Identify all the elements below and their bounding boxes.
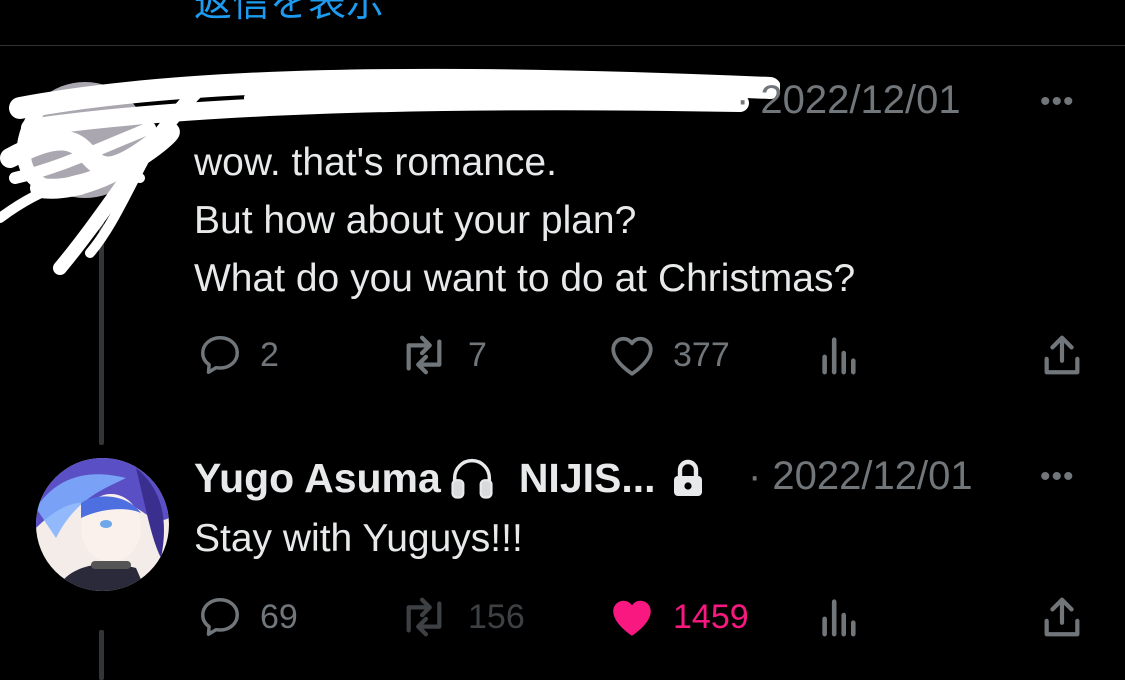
reply-icon [201, 598, 239, 636]
reply1-views-button[interactable] [818, 334, 858, 376]
reply1-like-button[interactable]: 377 [607, 332, 730, 378]
reply1-retweet-button[interactable]: 7 [396, 332, 487, 378]
retweet-count: 7 [468, 335, 487, 374]
like-count: 377 [673, 335, 730, 374]
reply2-share-button[interactable] [1040, 594, 1084, 640]
reply1-timestamp[interactable]: · 2022/12/01 [736, 78, 961, 123]
reply2-like-button[interactable]: 1459 [607, 594, 749, 640]
heart-icon [613, 600, 651, 636]
reply2-views-button[interactable] [818, 596, 858, 638]
lock-icon [673, 459, 702, 496]
reply-count: 2 [260, 335, 279, 374]
thread-line-lower [99, 630, 104, 680]
reply1-text: wow. that's romance. But how about your … [194, 141, 856, 300]
reply1-reply-button[interactable]: 2 [196, 332, 279, 378]
show-replies-link[interactable]: 返信を表示 [194, 0, 384, 27]
retweet-icon [406, 597, 442, 637]
reply1-share-button[interactable] [1040, 332, 1084, 378]
divider [0, 45, 1125, 46]
retweet-icon [406, 335, 442, 375]
views-icon [822, 599, 856, 637]
reply2-more-icon[interactable]: ••• [1040, 460, 1075, 494]
reply2-reply-button[interactable]: 69 [196, 594, 298, 640]
avatar[interactable] [36, 458, 169, 591]
reply-count: 69 [260, 597, 298, 636]
reply1-more-icon[interactable]: ••• [1040, 85, 1075, 119]
reply2-timestamp[interactable]: · 2022/12/01 [748, 454, 973, 499]
reply2-retweet-button[interactable]: 156 [396, 594, 525, 640]
reply-icon [201, 336, 239, 374]
views-icon [822, 337, 856, 375]
heart-icon [611, 336, 653, 376]
share-icon [1044, 597, 1080, 637]
reply2-author-row: Yugo Asuma NIJIS... [194, 452, 706, 504]
like-count: 1459 [673, 597, 749, 636]
share-icon [1044, 335, 1080, 375]
retweet-count: 156 [468, 597, 525, 636]
reply2-text: Stay with Yuguys!!! [194, 517, 523, 560]
author-name[interactable]: Yugo Asuma [194, 455, 441, 502]
author-handle[interactable]: NIJIS... [519, 455, 656, 502]
headphones-icon [451, 458, 493, 499]
